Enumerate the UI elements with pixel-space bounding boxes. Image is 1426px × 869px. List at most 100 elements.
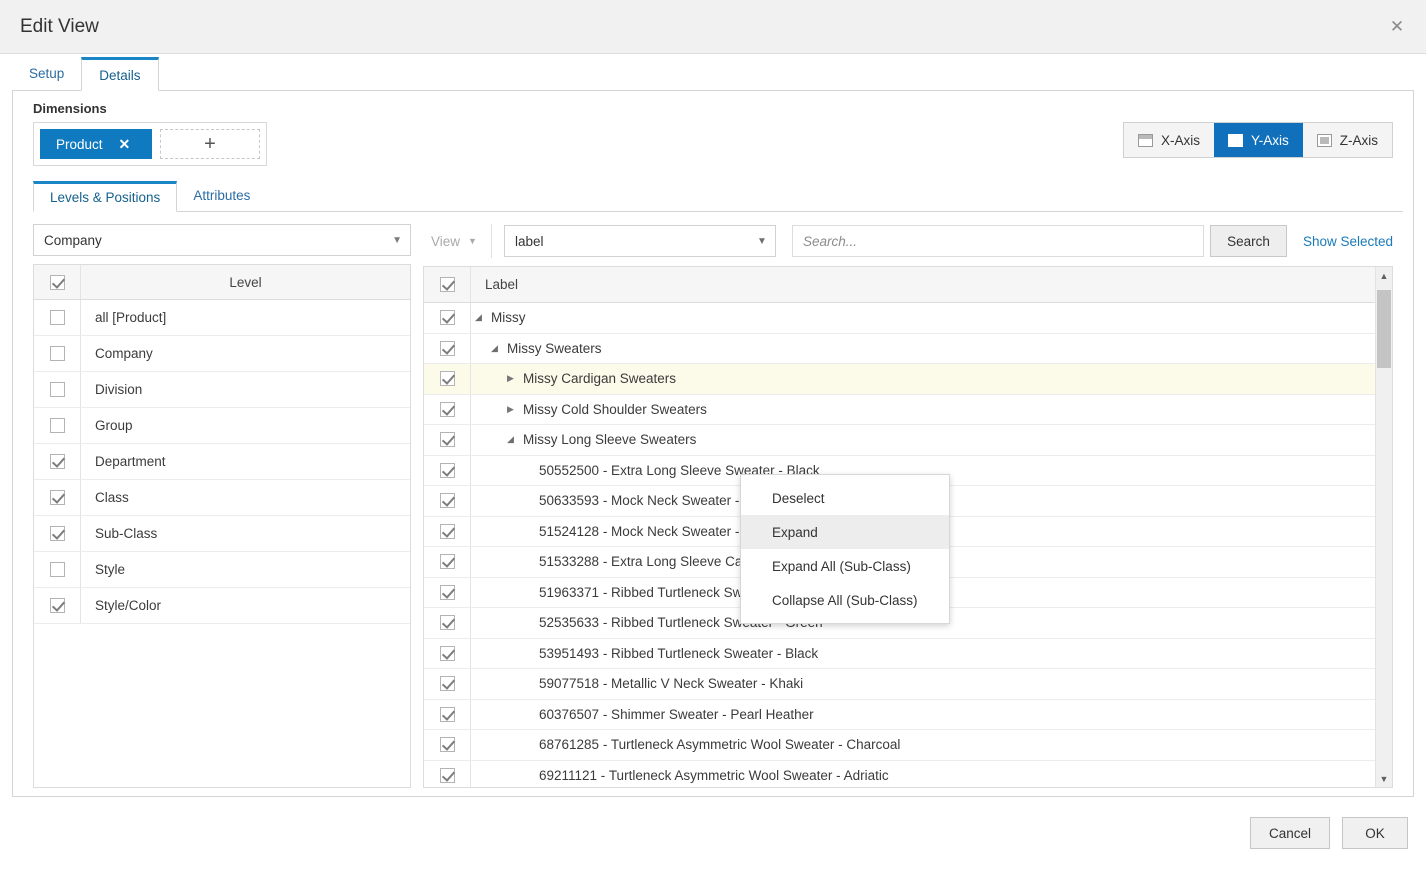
table-row[interactable]: Style/Color: [34, 588, 410, 624]
member-checkbox-cell[interactable]: [424, 425, 471, 455]
level-checkbox-cell[interactable]: [34, 408, 81, 443]
member-checkbox[interactable]: [439, 401, 455, 417]
member-checkbox[interactable]: [439, 706, 455, 722]
search-button[interactable]: Search: [1210, 225, 1287, 257]
scroll-up-icon[interactable]: ▲: [1376, 267, 1392, 284]
members-select-all-cell[interactable]: [424, 267, 471, 302]
collapse-toggle-icon[interactable]: ◢: [475, 313, 491, 322]
level-checkbox[interactable]: [49, 562, 65, 577]
level-checkbox-cell[interactable]: [34, 516, 81, 551]
axis-button-x[interactable]: X-Axis: [1123, 123, 1214, 157]
close-icon[interactable]: ✕: [1382, 12, 1412, 42]
member-checkbox-cell[interactable]: [424, 547, 471, 577]
context-menu-item[interactable]: Expand All (Sub-Class): [741, 549, 949, 583]
member-checkbox-cell[interactable]: [424, 516, 471, 546]
level-checkbox[interactable]: [49, 598, 65, 613]
level-checkbox[interactable]: [49, 382, 65, 397]
member-checkbox[interactable]: [439, 432, 455, 448]
member-checkbox-cell[interactable]: [424, 364, 471, 394]
tree-row[interactable]: ▶ Missy Cardigan Sweaters: [424, 364, 1375, 395]
cancel-button[interactable]: Cancel: [1249, 817, 1330, 849]
member-checkbox[interactable]: [439, 493, 455, 509]
label-field-select[interactable]: label ▼: [503, 225, 776, 257]
member-checkbox-cell[interactable]: [424, 760, 471, 787]
member-checkbox-cell[interactable]: [424, 730, 471, 760]
member-checkbox-cell[interactable]: [424, 669, 471, 699]
member-checkbox[interactable]: [439, 645, 455, 661]
member-checkbox[interactable]: [439, 462, 455, 478]
tab-levels-positions[interactable]: Levels & Positions: [33, 181, 178, 212]
members-scrollbar[interactable]: ▲ ▼: [1375, 267, 1392, 787]
hierarchy-select[interactable]: Company ▼: [33, 224, 411, 256]
member-checkbox[interactable]: [439, 371, 455, 387]
level-checkbox[interactable]: [49, 454, 65, 469]
member-checkbox-cell[interactable]: [424, 577, 471, 607]
tree-row[interactable]: ▶ Missy Cold Shoulder Sweaters: [424, 394, 1375, 425]
level-checkbox-cell[interactable]: [34, 588, 81, 623]
member-checkbox-cell[interactable]: [424, 608, 471, 638]
levels-select-all-cell[interactable]: [34, 265, 81, 299]
level-checkbox-cell[interactable]: [34, 300, 81, 335]
level-checkbox[interactable]: [49, 346, 65, 361]
table-row[interactable]: Department: [34, 444, 410, 480]
member-checkbox-cell[interactable]: [424, 303, 471, 333]
member-checkbox[interactable]: [439, 615, 455, 631]
level-checkbox-cell[interactable]: [34, 444, 81, 479]
member-checkbox[interactable]: [439, 523, 455, 539]
table-row[interactable]: all [Product]: [34, 300, 410, 336]
scrollbar-track[interactable]: [1376, 284, 1392, 770]
member-checkbox-cell[interactable]: [424, 394, 471, 424]
level-checkbox[interactable]: [49, 526, 65, 541]
search-input[interactable]: [791, 225, 1205, 257]
context-menu-item[interactable]: Deselect: [741, 481, 949, 515]
level-checkbox[interactable]: [49, 418, 65, 433]
axis-button-y[interactable]: Y-Axis: [1213, 123, 1303, 157]
level-checkbox-cell[interactable]: [34, 552, 81, 587]
member-checkbox[interactable]: [439, 310, 455, 326]
level-checkbox[interactable]: [49, 310, 65, 325]
context-menu-item[interactable]: Collapse All (Sub-Class): [741, 583, 949, 617]
tree-row[interactable]: 68761285 - Turtleneck Asymmetric Wool Sw…: [424, 730, 1375, 761]
collapse-toggle-icon[interactable]: ◢: [507, 435, 523, 444]
tree-row[interactable]: ◢ Missy Long Sleeve Sweaters: [424, 425, 1375, 456]
scrollbar-thumb[interactable]: [1377, 290, 1391, 368]
show-selected-link[interactable]: Show Selected: [1303, 234, 1393, 249]
member-checkbox-cell[interactable]: [424, 699, 471, 729]
context-menu-item[interactable]: Expand: [741, 515, 949, 549]
tab-setup[interactable]: Setup: [12, 56, 81, 90]
member-checkbox-cell[interactable]: [424, 486, 471, 516]
tree-row[interactable]: 53951493 - Ribbed Turtleneck Sweater - B…: [424, 638, 1375, 669]
add-dimension-button[interactable]: +: [160, 129, 260, 159]
member-checkbox-cell[interactable]: [424, 638, 471, 668]
member-checkbox-cell[interactable]: [424, 455, 471, 485]
level-checkbox-cell[interactable]: [34, 336, 81, 371]
tree-row[interactable]: ◢ Missy: [424, 303, 1375, 334]
tab-attributes[interactable]: Attributes: [177, 180, 266, 211]
level-checkbox-cell[interactable]: [34, 480, 81, 515]
tree-row[interactable]: 59077518 - Metallic V Neck Sweater - Kha…: [424, 669, 1375, 700]
member-checkbox-cell[interactable]: [424, 333, 471, 363]
table-row[interactable]: Company: [34, 336, 410, 372]
tree-row[interactable]: 69211121 - Turtleneck Asymmetric Wool Sw…: [424, 760, 1375, 787]
remove-dimension-icon[interactable]: ✕: [119, 136, 131, 153]
scroll-down-icon[interactable]: ▼: [1376, 770, 1392, 787]
member-checkbox[interactable]: [439, 340, 455, 356]
member-checkbox[interactable]: [439, 554, 455, 570]
tree-row[interactable]: ◢ Missy Sweaters: [424, 333, 1375, 364]
collapse-toggle-icon[interactable]: ◢: [491, 343, 507, 353]
member-checkbox[interactable]: [439, 676, 455, 692]
ok-button[interactable]: OK: [1342, 817, 1408, 849]
tree-row[interactable]: 60376507 - Shimmer Sweater - Pearl Heath…: [424, 699, 1375, 730]
member-checkbox[interactable]: [439, 737, 455, 753]
expand-toggle-icon[interactable]: ▶: [507, 404, 523, 414]
level-checkbox-cell[interactable]: [34, 372, 81, 407]
expand-toggle-icon[interactable]: ▶: [507, 374, 523, 383]
table-row[interactable]: Sub-Class: [34, 516, 410, 552]
table-row[interactable]: Group: [34, 408, 410, 444]
levels-select-all-checkbox[interactable]: [49, 274, 65, 290]
level-checkbox[interactable]: [49, 490, 65, 505]
tab-details[interactable]: Details: [81, 57, 159, 91]
dimension-chip-product[interactable]: Product ✕: [40, 129, 152, 159]
member-checkbox[interactable]: [439, 584, 455, 600]
table-row[interactable]: Style: [34, 552, 410, 588]
